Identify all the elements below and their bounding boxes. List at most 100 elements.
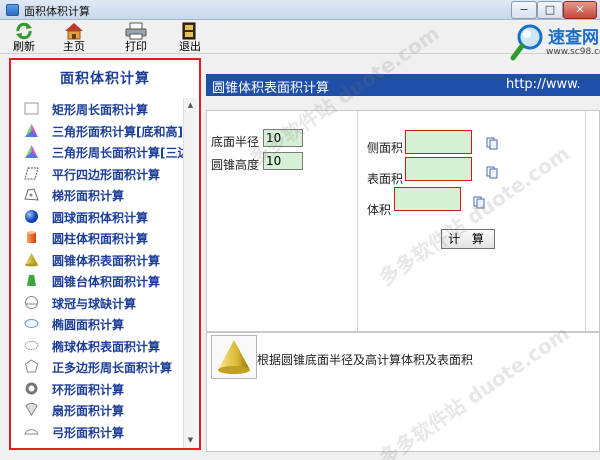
list-item-label: 圆锥体积表面积计算 — [52, 253, 161, 268]
print-button[interactable]: 打印 — [116, 22, 156, 54]
home-icon — [65, 23, 83, 40]
copy-icon[interactable] — [486, 137, 498, 150]
cone-icon — [25, 252, 38, 266]
form-divider — [357, 111, 358, 331]
list-item-label: 环形面积计算 — [52, 382, 125, 397]
title-bar: 面积体积计算 − □ ✕ — [0, 0, 600, 20]
calculator-panel: 圆锥体积表面积计算 http://www. 底面半径 10 圆锥高度 10 侧面… — [206, 70, 600, 460]
list-item-sector[interactable]: 扇形面积计算 — [11, 399, 183, 421]
calculator-header: 圆锥体积表面积计算 http://www. — [206, 74, 600, 96]
list-item-cylinder[interactable]: 圆柱体积面积计算 — [11, 227, 183, 249]
ring-icon — [25, 382, 38, 394]
list-item-trapezoid[interactable]: 梯形面积计算 — [11, 184, 183, 206]
trapezoid-icon — [24, 188, 39, 201]
copy-icon[interactable] — [473, 196, 485, 209]
exit-door-icon — [182, 22, 196, 40]
form-divider — [585, 111, 586, 331]
window-title: 面积体积计算 — [24, 5, 90, 18]
list-item-spherical-cap[interactable]: 球冠与球缺计算 — [11, 292, 183, 314]
radius-label: 底面半径 — [211, 135, 260, 149]
refresh-icon — [16, 22, 32, 40]
list-item-label: 平行四边形面积计算 — [52, 167, 161, 182]
list-item-label: 圆锥台体积面积计算 — [52, 275, 161, 289]
spherical-cap-icon — [25, 295, 38, 309]
cone-illustration — [211, 335, 257, 379]
list-item-label: 弓形面积计算 — [52, 425, 125, 440]
parallelogram-icon — [24, 167, 39, 179]
list-item-label: 扇形面积计算 — [52, 404, 125, 418]
list-item-label: 圆球面积体积计算 — [52, 210, 149, 225]
list-item-sphere[interactable]: 圆球面积体积计算 — [11, 206, 183, 228]
list-item-label: 圆柱体积面积计算 — [52, 232, 149, 246]
printer-icon — [125, 22, 147, 40]
scroll-down-arrow-icon[interactable]: ▼ — [184, 434, 197, 447]
list-item-parallelogram[interactable]: 平行四边形面积计算 — [11, 163, 183, 185]
calculator-title: 圆锥体积表面积计算 — [212, 81, 330, 96]
print-label: 打印 — [125, 40, 147, 53]
frustum-icon — [27, 275, 36, 286]
list-item-ring[interactable]: 环形面积计算 — [11, 378, 183, 400]
list-scrollbar[interactable]: ▲ ▼ — [183, 98, 197, 448]
surface-area-label: 表面积 — [367, 172, 404, 186]
volume-label: 体积 — [367, 203, 392, 217]
ellipsoid-icon — [24, 340, 39, 350]
sidebar-title: 面积体积计算 — [60, 71, 150, 87]
radius-input[interactable]: 10 — [263, 129, 303, 147]
calculator-list: 矩形周长面积计算 三角形面积计算[底和高] 三角形周长面积计算[三边] 平行四边… — [11, 98, 183, 442]
magnifier-logo-icon — [510, 24, 543, 61]
home-label: 主页 — [63, 40, 85, 53]
lateral-area-label: 侧面积 — [367, 141, 404, 155]
ellipse-icon — [24, 319, 39, 328]
scroll-up-arrow-icon[interactable]: ▲ — [184, 99, 197, 112]
cylinder-icon — [27, 231, 36, 243]
list-item-triangle-base-height[interactable]: 三角形面积计算[底和高] — [11, 120, 183, 142]
list-item-label: 椭球体积表面积计算 — [52, 339, 161, 354]
volume-output[interactable] — [394, 187, 461, 211]
list-item-circular-segment[interactable]: 弓形面积计算 — [11, 421, 183, 443]
exit-label: 退出 — [179, 40, 201, 53]
cone-icon — [218, 340, 250, 374]
list-item-label: 三角形面积计算[底和高] — [52, 124, 183, 139]
list-item-ellipse[interactable]: 椭圆面积计算 — [11, 313, 183, 335]
exit-button[interactable]: 退出 — [170, 22, 210, 54]
description-text: 根据圆锥底面半径及高计算体积及表面积 — [257, 353, 474, 367]
triangle-icon — [25, 123, 38, 137]
copy-icon[interactable] — [486, 166, 498, 179]
header-url[interactable]: http://www. — [506, 77, 581, 92]
home-button[interactable]: 主页 — [54, 22, 94, 54]
list-item-label: 椭圆面积计算 — [52, 318, 125, 332]
logo-name: 速查网 — [548, 28, 599, 48]
sector-icon — [25, 402, 38, 416]
list-item-triangle-three-sides[interactable]: 三角形周长面积计算[三边] — [11, 141, 183, 163]
sphere-icon — [25, 209, 38, 223]
lateral-area-output[interactable] — [405, 130, 472, 154]
list-item-label: 球冠与球缺计算 — [52, 296, 137, 311]
list-item-rectangle[interactable]: 矩形周长面积计算 — [11, 98, 183, 120]
list-item-label: 三角形周长面积计算[三边] — [52, 146, 183, 160]
surface-area-output[interactable] — [405, 157, 472, 181]
calculate-button[interactable]: 计 算 — [441, 229, 495, 249]
logo-url: www.sc98.com — [546, 47, 600, 57]
segment-icon — [24, 428, 39, 434]
list-item-label: 矩形周长面积计算 — [52, 103, 149, 117]
refresh-label: 刷新 — [13, 40, 35, 53]
list-item-cone[interactable]: 圆锥体积表面积计算 — [11, 249, 183, 271]
close-button[interactable]: ✕ — [563, 1, 597, 19]
calculator-list-panel: 面积体积计算 矩形周长面积计算 三角形面积计算[底和高] 三角形周长面积计算[三… — [9, 58, 201, 450]
calculation-form: 底面半径 10 圆锥高度 10 侧面积 表面积 体积 计 算 — [206, 110, 600, 332]
app-icon — [6, 4, 19, 16]
list-item-label: 正多边形周长面积计算 — [52, 361, 173, 375]
list-item-frustum[interactable]: 圆锥台体积面积计算 — [11, 270, 183, 292]
rectangle-icon — [24, 102, 39, 115]
height-input[interactable]: 10 — [263, 152, 303, 170]
list-item-regular-polygon[interactable]: 正多边形周长面积计算 — [11, 356, 183, 378]
list-item-label: 梯形面积计算 — [52, 189, 125, 203]
minimize-button[interactable]: − — [511, 1, 537, 19]
refresh-button[interactable]: 刷新 — [4, 22, 44, 54]
site-logo: 速查网 www.sc98.com — [508, 20, 600, 66]
height-label: 圆锥高度 — [211, 158, 260, 172]
description-panel: 根据圆锥底面半径及高计算体积及表面积 — [206, 332, 600, 452]
polygon-icon — [24, 359, 39, 373]
maximize-button[interactable]: □ — [537, 1, 563, 19]
list-item-ellipsoid[interactable]: 椭球体积表面积计算 — [11, 335, 183, 357]
